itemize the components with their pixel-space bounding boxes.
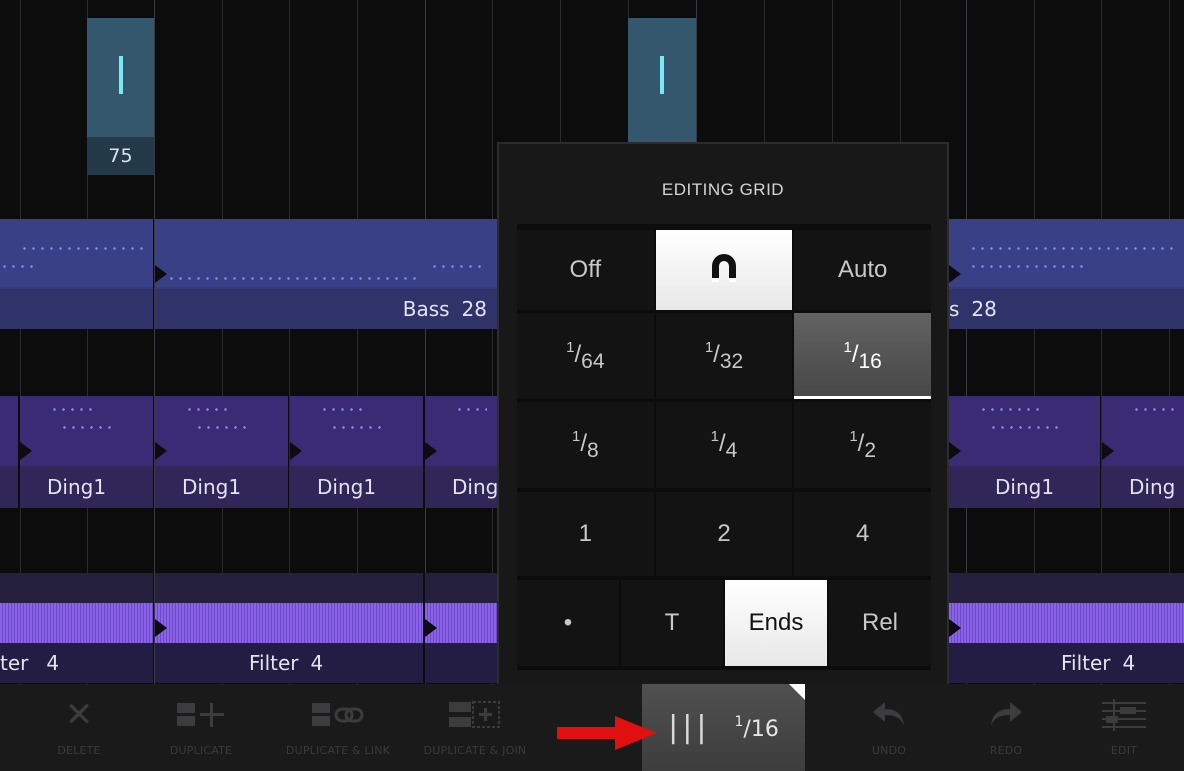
duplicate-join-label: DUPLICATE & JOIN xyxy=(423,744,527,757)
note-velocity-bar xyxy=(660,56,664,94)
ends-button[interactable]: Ends xyxy=(725,580,827,666)
grid-value: 1/16 xyxy=(734,713,779,742)
grid-row-options: • T Ends Rel xyxy=(517,580,931,666)
clip-number: 1 xyxy=(93,475,107,499)
grid-mode-row: Off Auto xyxy=(517,230,932,310)
editing-grid-popup: EDITING GRID Off Auto 1/64 1/32 1/16 1/8… xyxy=(497,142,949,686)
duplicate-icon xyxy=(175,698,227,732)
clip-ding[interactable]: Ding 1 xyxy=(290,396,423,508)
note-velocity-bar xyxy=(118,56,123,94)
edit-label: EDIT xyxy=(1110,744,1138,757)
grid-1-16-button[interactable]: 1/16 xyxy=(794,313,932,399)
clip-number: 28 xyxy=(461,297,487,321)
clip-number: 1 xyxy=(1041,475,1055,499)
red-arrow-icon xyxy=(557,716,657,754)
note-clip[interactable]: 75 xyxy=(87,18,154,175)
grid-options: Off Auto 1/64 1/32 1/16 1/8 1/4 1/2 1 2 … xyxy=(517,224,932,670)
clip-ding[interactable]: Ding 1 xyxy=(155,396,288,508)
clip-ding[interactable]: Ding 1 xyxy=(20,396,153,508)
duplicate-label: DUPLICATE xyxy=(169,744,233,757)
duplicate-button[interactable]: DUPLICATE xyxy=(141,684,261,771)
grid-auto-button[interactable]: Auto xyxy=(794,230,932,310)
clip-name: Ding xyxy=(995,475,1042,499)
grid-4-bars-button[interactable]: 4 xyxy=(794,492,932,576)
clip-number: 1 xyxy=(228,475,242,499)
clip-name: ter xyxy=(0,651,29,675)
duplicate-link-button[interactable]: DUPLICATE & LINK xyxy=(278,684,398,771)
clip-name: Ding xyxy=(452,475,497,499)
clip-filter[interactable]: Filter 4 xyxy=(949,573,1184,683)
clip-name: Bass xyxy=(402,297,450,321)
clip-number: 4 xyxy=(46,651,60,675)
clip-ding[interactable] xyxy=(0,396,18,508)
edit-icon xyxy=(1100,698,1148,732)
clip-filter[interactable] xyxy=(425,573,497,683)
clip-bass[interactable]: s 28 xyxy=(949,219,1184,329)
clip-bass[interactable] xyxy=(0,219,153,329)
duplicate-link-icon xyxy=(310,698,366,732)
triplet-button[interactable]: T xyxy=(621,580,723,666)
delete-button[interactable]: ✕ DELETE xyxy=(19,684,139,771)
clip-number: 4 xyxy=(310,651,324,675)
clip-ding[interactable]: Ding 1 xyxy=(949,396,1100,508)
clip-number: 1 xyxy=(363,475,377,499)
magnet-icon xyxy=(707,249,741,292)
clip-ding[interactable]: Ding xyxy=(425,396,497,508)
edit-button[interactable]: EDIT xyxy=(1064,684,1184,771)
popup-indicator xyxy=(789,684,805,700)
clip-filter[interactable]: ter 4 xyxy=(0,573,153,683)
grid-row-medium: 1/8 1/4 1/2 xyxy=(517,402,932,488)
clip-number: 28 xyxy=(971,297,997,321)
grid-1-bar-button[interactable]: 1 xyxy=(517,492,654,576)
grid-1-4-button[interactable]: 1/4 xyxy=(655,402,793,488)
delete-label: DELETE xyxy=(57,744,101,757)
clip-bass[interactable]: Bass 28 xyxy=(155,219,497,329)
clip-name: Ding xyxy=(182,475,229,499)
undo-icon xyxy=(871,698,907,732)
clip-name: Ding xyxy=(47,475,94,499)
grid-row-fine: 1/64 1/32 1/16 xyxy=(517,313,932,399)
grid-off-button[interactable]: Off xyxy=(517,230,654,310)
grid-1-64-button[interactable]: 1/64 xyxy=(517,313,654,399)
grid-1-32-button[interactable]: 1/32 xyxy=(655,313,793,399)
grid-setting-button[interactable]: ||| 1/16 xyxy=(642,684,805,771)
note-velocity-label: 75 xyxy=(87,137,154,175)
magnet-button[interactable] xyxy=(655,230,793,310)
grid-1-2-button[interactable]: 1/2 xyxy=(794,402,932,488)
clip-name: Filter xyxy=(249,651,299,675)
duplicate-join-button[interactable]: DUPLICATE & JOIN xyxy=(415,684,535,771)
clip-name: Filter xyxy=(1061,651,1111,675)
delete-icon: ✕ xyxy=(64,695,94,735)
grid-2-bars-button[interactable]: 2 xyxy=(655,492,793,576)
clip-name: Ding xyxy=(1129,475,1176,499)
popup-title: EDITING GRID xyxy=(661,180,785,199)
duplicate-link-label: DUPLICATE & LINK xyxy=(285,744,391,757)
redo-icon xyxy=(988,698,1024,732)
clip-ding[interactable]: Ding xyxy=(1102,396,1184,508)
grid-row-bars: 1 2 4 xyxy=(517,492,932,576)
clip-name: s xyxy=(949,297,960,321)
grid-off-label: Off xyxy=(569,256,602,283)
duplicate-join-icon xyxy=(447,698,503,732)
undo-button[interactable]: UNDO xyxy=(829,684,949,771)
clip-filter[interactable]: Filter 4 xyxy=(155,573,423,683)
grid-bars-icon: ||| xyxy=(668,710,711,745)
grid-auto-label: Auto xyxy=(837,256,888,283)
clip-number: 4 xyxy=(1122,651,1136,675)
dotted-button[interactable]: • xyxy=(517,580,619,666)
redo-button[interactable]: REDO xyxy=(946,684,1066,771)
grid-1-8-button[interactable]: 1/8 xyxy=(517,402,654,488)
relative-button[interactable]: Rel xyxy=(829,580,931,666)
redo-label: REDO xyxy=(989,744,1023,757)
note-clip[interactable] xyxy=(628,18,696,142)
undo-label: UNDO xyxy=(871,744,907,757)
clip-name: Ding xyxy=(317,475,364,499)
